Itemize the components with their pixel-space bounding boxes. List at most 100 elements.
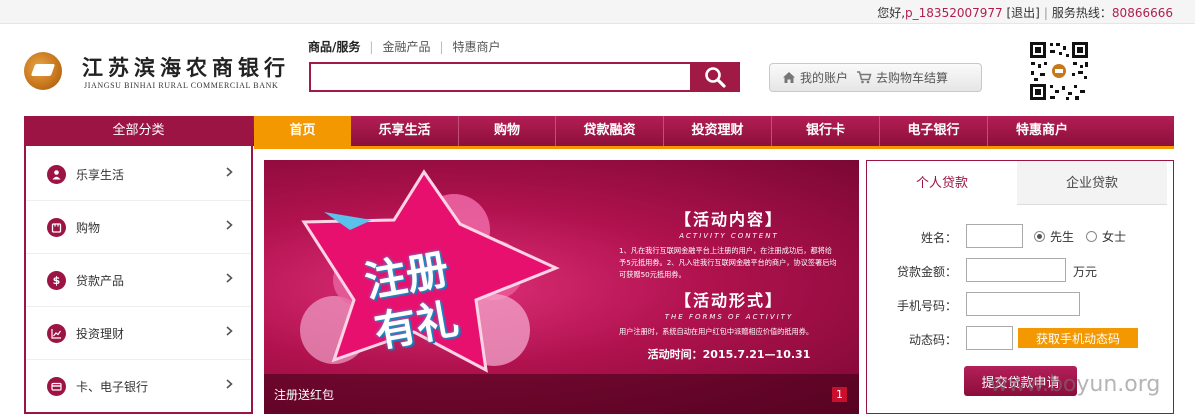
category-item-shopping[interactable]: 购物 [26,201,251,254]
gender-female-label: 女士 [1102,230,1127,244]
code-row: 动态码： 获取手机动态码 [867,326,1173,352]
search-tab-finance[interactable]: 金融产品 [382,40,430,54]
main-nav: 全部分类 首页 乐享生活 购物 贷款融资 投资理财 银行卡 电子银行 特惠商户 [24,116,1174,146]
amount-row: 贷款金额： 万元 [867,258,1173,284]
divider: | [369,40,374,54]
chevron-right-icon [226,167,233,177]
nav-underline [254,146,1174,149]
chevron-right-icon [226,379,233,389]
my-account-label: 我的账户 [800,71,849,85]
divider: | [1043,6,1048,20]
gender-male-radio[interactable]: 先生 [1034,228,1074,245]
nav-item-merchants[interactable]: 特惠商户 [988,116,1096,146]
radio-selected-icon [1034,231,1045,242]
divider: | [439,40,444,54]
nav-item-shopping[interactable]: 购物 [459,116,556,146]
shopping-icon [47,217,66,237]
name-input[interactable] [966,224,1023,248]
search-box [309,62,740,92]
banner-caption-bar [264,374,859,414]
top-bar-user-info: 您好,p_18352007977 [退出] | 服务热线：80866666 [877,4,1173,21]
category-item-invest[interactable]: 投资理财 [26,307,251,360]
category-label: 购物 [76,220,101,235]
section2-title: 【活动形式】 [674,291,783,310]
category-label: 卡、电子银行 [76,380,149,394]
section1-title: 【活动内容】 [674,210,783,229]
section2-en: THE FORMS OF ACTIVITY [664,313,794,321]
gender-male-label: 先生 [1050,230,1075,244]
tab-business-loan[interactable]: 企业贷款 [1017,161,1167,205]
category-item-cards[interactable]: 卡、电子银行 [26,360,251,413]
nav-item-life[interactable]: 乐享生活 [351,116,459,146]
category-label: 乐享生活 [76,167,125,182]
bank-logo-icon [24,52,62,90]
greeting: 您好, [877,6,906,20]
user-icon [47,164,66,184]
bank-name-cn: 江苏滨海农商银行 [82,55,290,80]
qr-code-image [1028,40,1090,102]
bank-name-en: JIANGSU BINHAI RURAL COMMERCIAL BANK [84,81,279,90]
activity-time: 活动时间：2015.7.21—10.31 [647,348,811,361]
get-code-button[interactable]: 获取手机动态码 [1018,328,1138,348]
home-icon [783,72,795,83]
section2-body: 用户注册时，系统自动在用户红包中派赠相应价值的抵用券。 [619,327,814,336]
amount-input[interactable] [966,258,1066,282]
nav-item-home[interactable]: 首页 [254,116,351,146]
nav-item-invest[interactable]: 投资理财 [664,116,772,146]
name-row: 姓名： 先生 女士 [867,224,1173,250]
nav-item-ebank[interactable]: 电子银行 [880,116,988,146]
chart-icon [47,323,66,343]
section1-en: ACTIVITY CONTENT [679,232,779,240]
chevron-right-icon [226,326,233,336]
section1-body: 1、凡在我行互联网金融平台上注册的用户，在注册成功后，都将给予5元抵用券。2、凡… [619,246,837,279]
promo-banner[interactable]: 注册 有礼 【活动内容】 ACTIVITY CONTENT 1、凡在我行互联网金… [264,160,859,414]
category-label: 贷款产品 [76,273,125,288]
amount-unit: 万元 [1073,265,1098,279]
radio-unselected-icon [1086,231,1097,242]
search-icon [705,67,726,88]
search-button[interactable] [690,62,740,92]
code-input[interactable] [966,326,1013,350]
account-box: 我的账户 去购物车结算 [769,63,982,92]
top-bar: 您好,p_18352007977 [退出] | 服务热线：80866666 [0,0,1195,24]
category-label: 投资理财 [76,326,125,341]
phone-row: 手机号码： [867,292,1173,318]
banner-page-indicator[interactable]: 1 [832,387,847,402]
category-item-life[interactable]: 乐享生活 [26,148,251,201]
cart-label: 去购物车结算 [876,71,949,85]
category-item-loans[interactable]: $ 贷款产品 [26,254,251,307]
search-tab-merchants[interactable]: 特惠商户 [453,40,501,54]
category-panel: 乐享生活 购物 $ 贷款产品 投资理财 卡、电子银行 [24,146,253,414]
banner-caption: 注册送红包 [274,388,335,402]
loan-tabs: 个人贷款 企业贷款 [867,161,1173,205]
cart-link[interactable]: 去购物车结算 [856,69,948,86]
chevron-right-icon [226,273,233,283]
search-tab-goods[interactable]: 商品/服务 [308,40,360,54]
nav-items: 首页 乐享生活 购物 贷款融资 投资理财 银行卡 电子银行 特惠商户 [254,116,1096,146]
all-categories-button[interactable]: 全部分类 [24,116,253,146]
cart-icon [857,71,872,84]
header: 江苏滨海农商银行 JIANGSU BINHAI RURAL COMMERCIAL… [0,24,1195,116]
search-input[interactable] [309,62,692,92]
amount-label: 贷款金额： [896,265,957,279]
tab-personal-loan[interactable]: 个人贷款 [867,161,1017,205]
dollar-icon: $ [47,270,66,290]
chevron-right-icon [226,220,233,230]
name-label: 姓名： [920,231,957,245]
logout-link[interactable]: [退出] [1006,6,1039,20]
username-link[interactable]: p_18352007977 [905,6,1003,20]
nav-item-loans[interactable]: 贷款融资 [556,116,664,146]
gender-female-radio[interactable]: 女士 [1086,228,1126,245]
phone-label: 手机号码： [896,299,957,313]
phone-input[interactable] [966,292,1080,316]
nav-item-cards[interactable]: 银行卡 [772,116,880,146]
code-label: 动态码： [908,333,957,347]
search-tabs: 商品/服务 | 金融产品 | 特惠商户 [308,38,501,55]
hotline-label: 服务热线： [1051,6,1112,20]
hotline-number: 80866666 [1111,6,1173,20]
bank-logo[interactable]: 江苏滨海农商银行 JIANGSU BINHAI RURAL COMMERCIAL… [24,50,294,94]
watermark: www.boyun.org [990,372,1161,397]
my-account-link[interactable]: 我的账户 [782,69,848,86]
card-icon [47,377,66,396]
banner-details: 【活动内容】 ACTIVITY CONTENT 1、凡在我行互联网金融平台上注册… [619,206,839,362]
